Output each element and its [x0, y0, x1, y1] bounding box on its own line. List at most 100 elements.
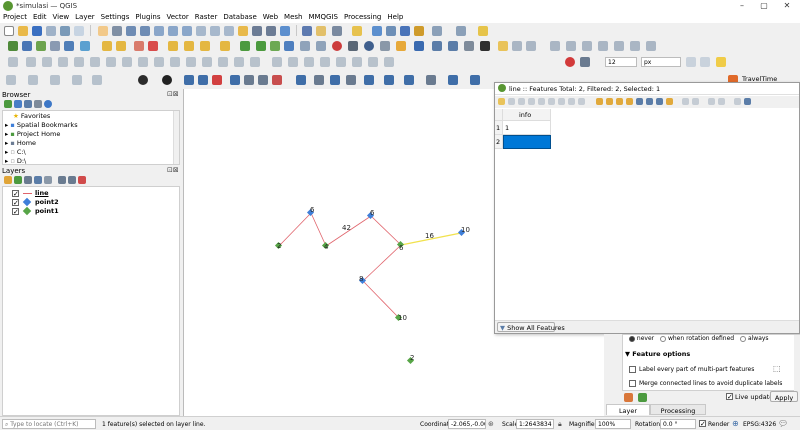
point-tool-icon[interactable] — [162, 75, 172, 85]
rotate-feature-icon[interactable] — [58, 57, 68, 67]
align-icon[interactable] — [272, 57, 282, 67]
column-header-info[interactable]: info — [503, 109, 551, 121]
text-tool-icon[interactable] — [244, 75, 254, 85]
toolbox-icon[interactable] — [400, 26, 410, 36]
organize-columns-icon[interactable] — [708, 98, 715, 105]
move-feature-icon[interactable] — [26, 57, 36, 67]
add-ring-icon[interactable] — [106, 57, 116, 67]
split-feature-icon[interactable] — [250, 57, 260, 67]
delete-part-icon[interactable] — [170, 57, 180, 67]
add-spatialite-icon[interactable] — [80, 41, 90, 51]
coordinate-field[interactable]: -2.065,-0.000 — [448, 419, 486, 429]
numbering-icon[interactable] — [258, 75, 268, 85]
zoom-native-icon[interactable] — [196, 26, 206, 36]
merge-lines-checkbox[interactable] — [629, 380, 636, 387]
copy-move-icon[interactable] — [42, 57, 52, 67]
snap-options-icon[interactable] — [716, 57, 726, 67]
web-icon[interactable] — [448, 75, 458, 85]
select-expression-table-icon[interactable] — [596, 98, 603, 105]
deselect-icon[interactable] — [332, 26, 342, 36]
menu-mesh[interactable]: Mesh — [281, 12, 305, 21]
grid-icon[interactable] — [432, 41, 442, 51]
render-checkbox[interactable]: ✓ — [699, 420, 706, 428]
expand-all-icon[interactable] — [58, 176, 66, 184]
filter-legend-icon[interactable] — [34, 176, 42, 184]
add-group-icon[interactable] — [14, 176, 22, 184]
save-edits-icon[interactable] — [512, 41, 522, 51]
tab-processing-toolbox[interactable]: Processing Toolbox — [650, 404, 706, 423]
rectangle-icon[interactable] — [336, 57, 346, 67]
browser-scrollbar[interactable] — [173, 111, 179, 164]
row-header[interactable]: 2 — [495, 135, 503, 149]
save-as-icon[interactable] — [46, 26, 56, 36]
rollback-icon[interactable] — [526, 41, 536, 51]
cross-icon[interactable] — [700, 57, 710, 67]
crs-label[interactable]: EPSG:4326 — [743, 421, 776, 428]
radio-never[interactable] — [629, 335, 635, 342]
layer-point2-checkbox[interactable]: ✓ — [12, 199, 19, 207]
graph-icon[interactable] — [330, 75, 340, 85]
show-all-features-button[interactable]: ▼ Show All Features — [497, 322, 565, 332]
multipart-checkbox[interactable] — [629, 366, 636, 373]
browser-item-c-drive[interactable]: ▸ ▫ C:\ — [3, 148, 26, 157]
advanced-digitize-icon[interactable] — [8, 57, 18, 67]
browser-item-favorites[interactable]: ★ Favorites — [3, 112, 50, 121]
move-label-icon[interactable] — [168, 41, 178, 51]
menu-web[interactable]: Web — [260, 12, 281, 21]
rotate-label-icon[interactable] — [184, 41, 194, 51]
paste-icon[interactable] — [332, 41, 342, 51]
remove-layer-icon[interactable] — [78, 176, 86, 184]
crs-globe-icon[interactable]: ⊕ — [732, 419, 739, 428]
browser-item-d-drive[interactable]: ▸ ▫ D:\ — [3, 157, 26, 164]
label-props-icon[interactable] — [220, 41, 230, 51]
messages-icon[interactable]: 💬︎ — [778, 419, 788, 428]
pan-to-selection-icon[interactable] — [112, 26, 122, 36]
offset-icon[interactable] — [582, 41, 592, 51]
move-selection-top-icon[interactable] — [646, 98, 653, 105]
style-manager-icon[interactable] — [396, 41, 406, 51]
grid-snap-icon[interactable] — [384, 57, 394, 67]
merge-icon[interactable] — [614, 41, 624, 51]
zoom-layer-icon[interactable] — [182, 26, 192, 36]
save-project-icon[interactable] — [32, 26, 42, 36]
delete-ring-icon[interactable] — [154, 57, 164, 67]
delete-icon[interactable] — [284, 41, 294, 51]
erase-icon[interactable] — [272, 75, 282, 85]
zoom-next-icon[interactable] — [224, 26, 234, 36]
toggle-edit-icon[interactable] — [498, 98, 505, 105]
network-icon[interactable] — [296, 75, 306, 85]
add-raster-icon[interactable] — [50, 41, 60, 51]
paste-table-icon[interactable] — [578, 98, 585, 105]
collapse-all-icon[interactable] — [34, 100, 42, 108]
layout-icon[interactable] — [414, 41, 424, 51]
polygon-shape-icon[interactable] — [92, 75, 102, 85]
refresh-icon[interactable] — [280, 26, 290, 36]
data-defined-icon[interactable]: ⬚ — [773, 364, 781, 373]
osm-icon[interactable] — [470, 75, 480, 85]
simplify-feature-icon[interactable] — [90, 57, 100, 67]
distribute-icon[interactable] — [288, 57, 298, 67]
styling-scrollbar[interactable] — [794, 335, 800, 391]
refresh-browser-icon[interactable] — [14, 100, 22, 108]
browser-item-project-home[interactable]: ▸ ▪ Project Home — [3, 130, 60, 139]
size-spinbox[interactable]: 12 — [605, 57, 637, 67]
invert-selection-icon[interactable] — [616, 98, 623, 105]
menu-edit[interactable]: Edit — [30, 12, 50, 21]
zoom-last-icon[interactable] — [210, 26, 220, 36]
print-layout-icon[interactable] — [60, 26, 70, 36]
ellipse-icon[interactable] — [368, 57, 378, 67]
measure-icon[interactable] — [432, 26, 442, 36]
field-calculator-icon[interactable] — [386, 26, 396, 36]
menu-view[interactable]: View — [50, 12, 73, 21]
statistics-icon[interactable] — [414, 26, 424, 36]
font-icon[interactable] — [580, 57, 590, 67]
annotation-icon[interactable] — [456, 26, 466, 36]
add-part-icon[interactable] — [122, 57, 132, 67]
identify-icon[interactable] — [302, 26, 312, 36]
vertex-tool-icon[interactable] — [270, 41, 280, 51]
record-icon[interactable] — [565, 57, 575, 67]
reload-table-icon[interactable] — [528, 98, 535, 105]
copy-table-icon[interactable] — [568, 98, 575, 105]
new-map-view-icon[interactable] — [238, 26, 248, 36]
delete-feature-table-icon[interactable] — [548, 98, 555, 105]
